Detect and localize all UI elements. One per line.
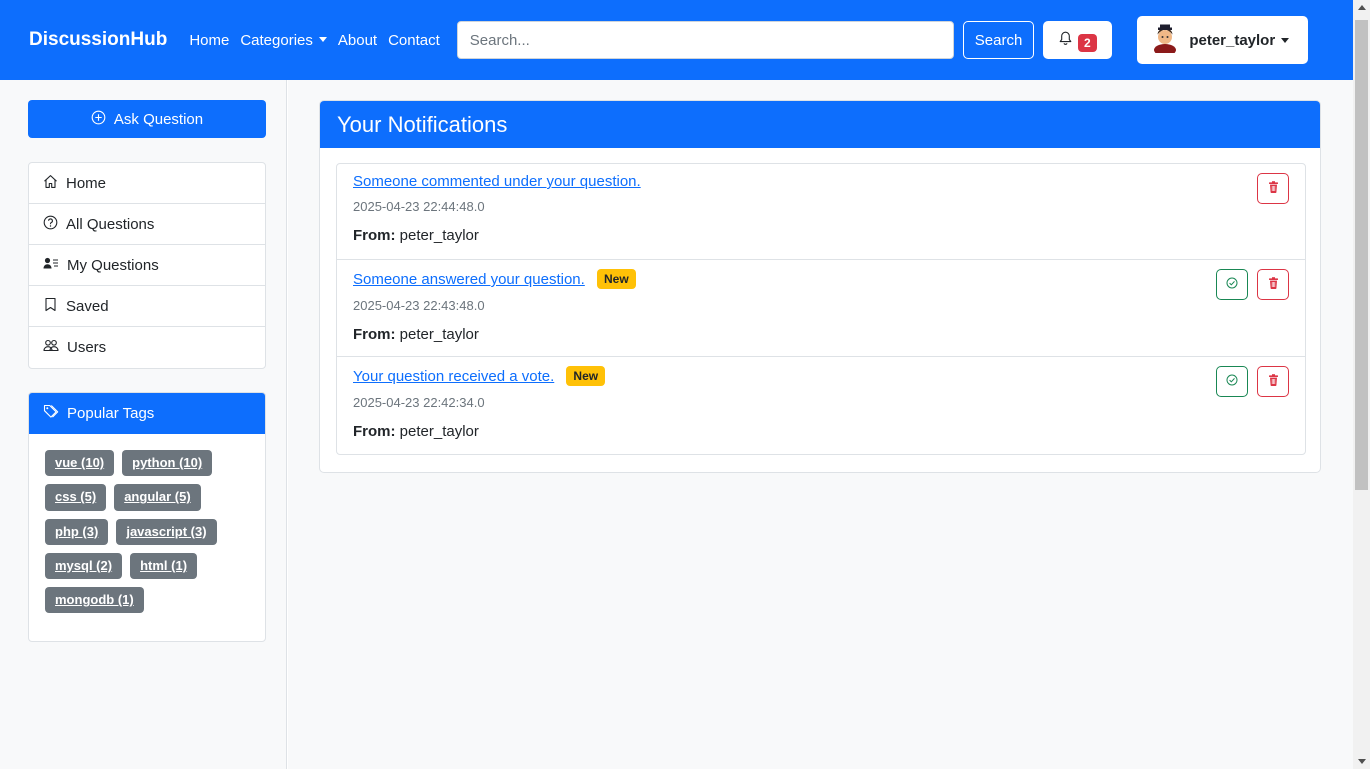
caret-down-icon: [1281, 37, 1290, 43]
popular-tags-card: Popular Tags vue (10) python (10) css (5…: [28, 392, 266, 642]
page-scrollbar[interactable]: [1353, 0, 1370, 769]
delete-notification-button[interactable]: [1257, 366, 1289, 397]
caret-down-icon: [318, 36, 327, 42]
sidebar-nav: Home All Questions My Questions Saved Us…: [28, 162, 266, 369]
page-title: Your Notifications: [320, 101, 1320, 148]
sidebar-item-saved[interactable]: Saved: [29, 286, 265, 327]
new-badge: New: [596, 269, 636, 289]
from-label: From:: [353, 423, 396, 440]
nav-about-link[interactable]: About: [338, 32, 377, 49]
from-user: peter_taylor: [399, 227, 479, 244]
from-label: From:: [353, 326, 396, 343]
trash-icon: [1268, 180, 1279, 197]
main-content: Your Notifications Someone commented und…: [288, 80, 1353, 769]
search-button[interactable]: Search: [962, 21, 1035, 59]
mark-read-button[interactable]: [1216, 366, 1248, 397]
question-circle-icon: [43, 215, 58, 234]
tag-php[interactable]: php (3): [45, 518, 109, 545]
notification-item: Someone commented under your question. 2…: [337, 164, 1305, 260]
check-circle-icon: [1226, 276, 1238, 293]
plus-circle-icon: [91, 110, 106, 129]
tag-css[interactable]: css (5): [45, 484, 107, 511]
notification-item: Someone answered your question. New 2025…: [337, 260, 1305, 357]
mark-read-button[interactable]: [1216, 269, 1248, 300]
tags-icon: [43, 404, 59, 423]
delete-notification-button[interactable]: [1257, 173, 1289, 204]
sidebar-item-label: Saved: [66, 297, 109, 315]
scroll-up-icon[interactable]: [1358, 5, 1366, 10]
notification-actions: [1216, 366, 1289, 397]
sidebar-item-label: Users: [67, 339, 107, 356]
search-input[interactable]: [456, 21, 954, 59]
sidebar-item-label: All Questions: [66, 215, 155, 233]
notification-timestamp: 2025-04-23 22:42:34.0: [353, 395, 485, 410]
tag-python[interactable]: python (10): [122, 450, 213, 477]
bell-icon: [1059, 31, 1072, 50]
avatar: [1151, 23, 1179, 57]
popular-tags-header: Popular Tags: [29, 393, 265, 434]
tag-javascript[interactable]: javascript (3): [116, 518, 217, 545]
notification-timestamp: 2025-04-23 22:43:48.0: [353, 298, 485, 313]
ask-question-label: Ask Question: [113, 110, 204, 128]
from-label: From:: [353, 227, 396, 244]
from-user: peter_taylor: [399, 423, 479, 440]
sidebar-item-users[interactable]: Users: [29, 327, 265, 368]
notification-count-badge: 2: [1077, 34, 1097, 52]
sidebar-item-my-questions[interactable]: My Questions: [29, 245, 265, 286]
nav-home-link[interactable]: Home: [189, 32, 229, 49]
people-icon: [43, 338, 59, 357]
nav-categories-dropdown[interactable]: Categories: [240, 32, 327, 49]
notification-link[interactable]: Your question received a vote.: [353, 368, 554, 385]
tag-angular[interactable]: angular (5): [114, 484, 201, 511]
sidebar-item-label: Home: [66, 174, 107, 192]
scrollbar-thumb[interactable]: [1355, 20, 1368, 490]
notifications-list: Someone commented under your question. 2…: [336, 163, 1306, 455]
house-icon: [43, 174, 58, 193]
brand-logo[interactable]: DiscussionHub: [29, 29, 167, 51]
notification-link[interactable]: Someone answered your question.: [353, 271, 585, 288]
bookmark-icon: [43, 297, 58, 316]
tag-mongodb[interactable]: mongodb (1): [45, 587, 144, 614]
notification-from: From: peter_taylor: [353, 227, 1289, 244]
tags-list: vue (10) python (10) css (5) angular (5)…: [29, 434, 265, 614]
sidebar: Ask Question Home All Questions My Quest…: [0, 80, 287, 769]
tag-html[interactable]: html (1): [130, 552, 198, 580]
tag-mysql[interactable]: mysql (2): [45, 552, 123, 580]
user-menu-dropdown[interactable]: peter_taylor: [1137, 16, 1309, 64]
popular-tags-title: Popular Tags: [67, 405, 155, 422]
notification-from: From: peter_taylor: [353, 423, 1289, 440]
new-badge: New: [566, 366, 606, 386]
scroll-down-icon[interactable]: [1358, 759, 1366, 764]
top-navbar: DiscussionHub Home Categories About Cont…: [0, 0, 1353, 80]
delete-notification-button[interactable]: [1257, 269, 1289, 300]
ask-question-button[interactable]: Ask Question: [28, 100, 266, 138]
sidebar-item-label: My Questions: [67, 256, 159, 274]
nav-contact-link[interactable]: Contact: [388, 32, 440, 49]
notification-actions: [1216, 269, 1289, 300]
notification-actions: [1257, 173, 1289, 204]
notification-from: From: peter_taylor: [353, 326, 1289, 343]
tag-vue[interactable]: vue (10): [45, 450, 115, 477]
notification-item: Your question received a vote. New 2025-…: [337, 357, 1305, 454]
notification-link[interactable]: Someone commented under your question.: [353, 173, 641, 190]
notifications-card: Your Notifications Someone commented und…: [319, 100, 1321, 473]
check-circle-icon: [1226, 373, 1238, 390]
sidebar-item-home[interactable]: Home: [29, 163, 265, 204]
trash-icon: [1268, 373, 1279, 390]
from-user: peter_taylor: [399, 326, 479, 343]
username-label: peter_taylor: [1189, 31, 1276, 49]
notifications-button[interactable]: 2: [1043, 21, 1113, 59]
sidebar-item-all-questions[interactable]: All Questions: [29, 204, 265, 245]
nav-categories-label: Categories: [240, 31, 313, 49]
person-lines-icon: [43, 256, 59, 275]
trash-icon: [1268, 276, 1279, 293]
notification-timestamp: 2025-04-23 22:44:48.0: [353, 199, 485, 214]
